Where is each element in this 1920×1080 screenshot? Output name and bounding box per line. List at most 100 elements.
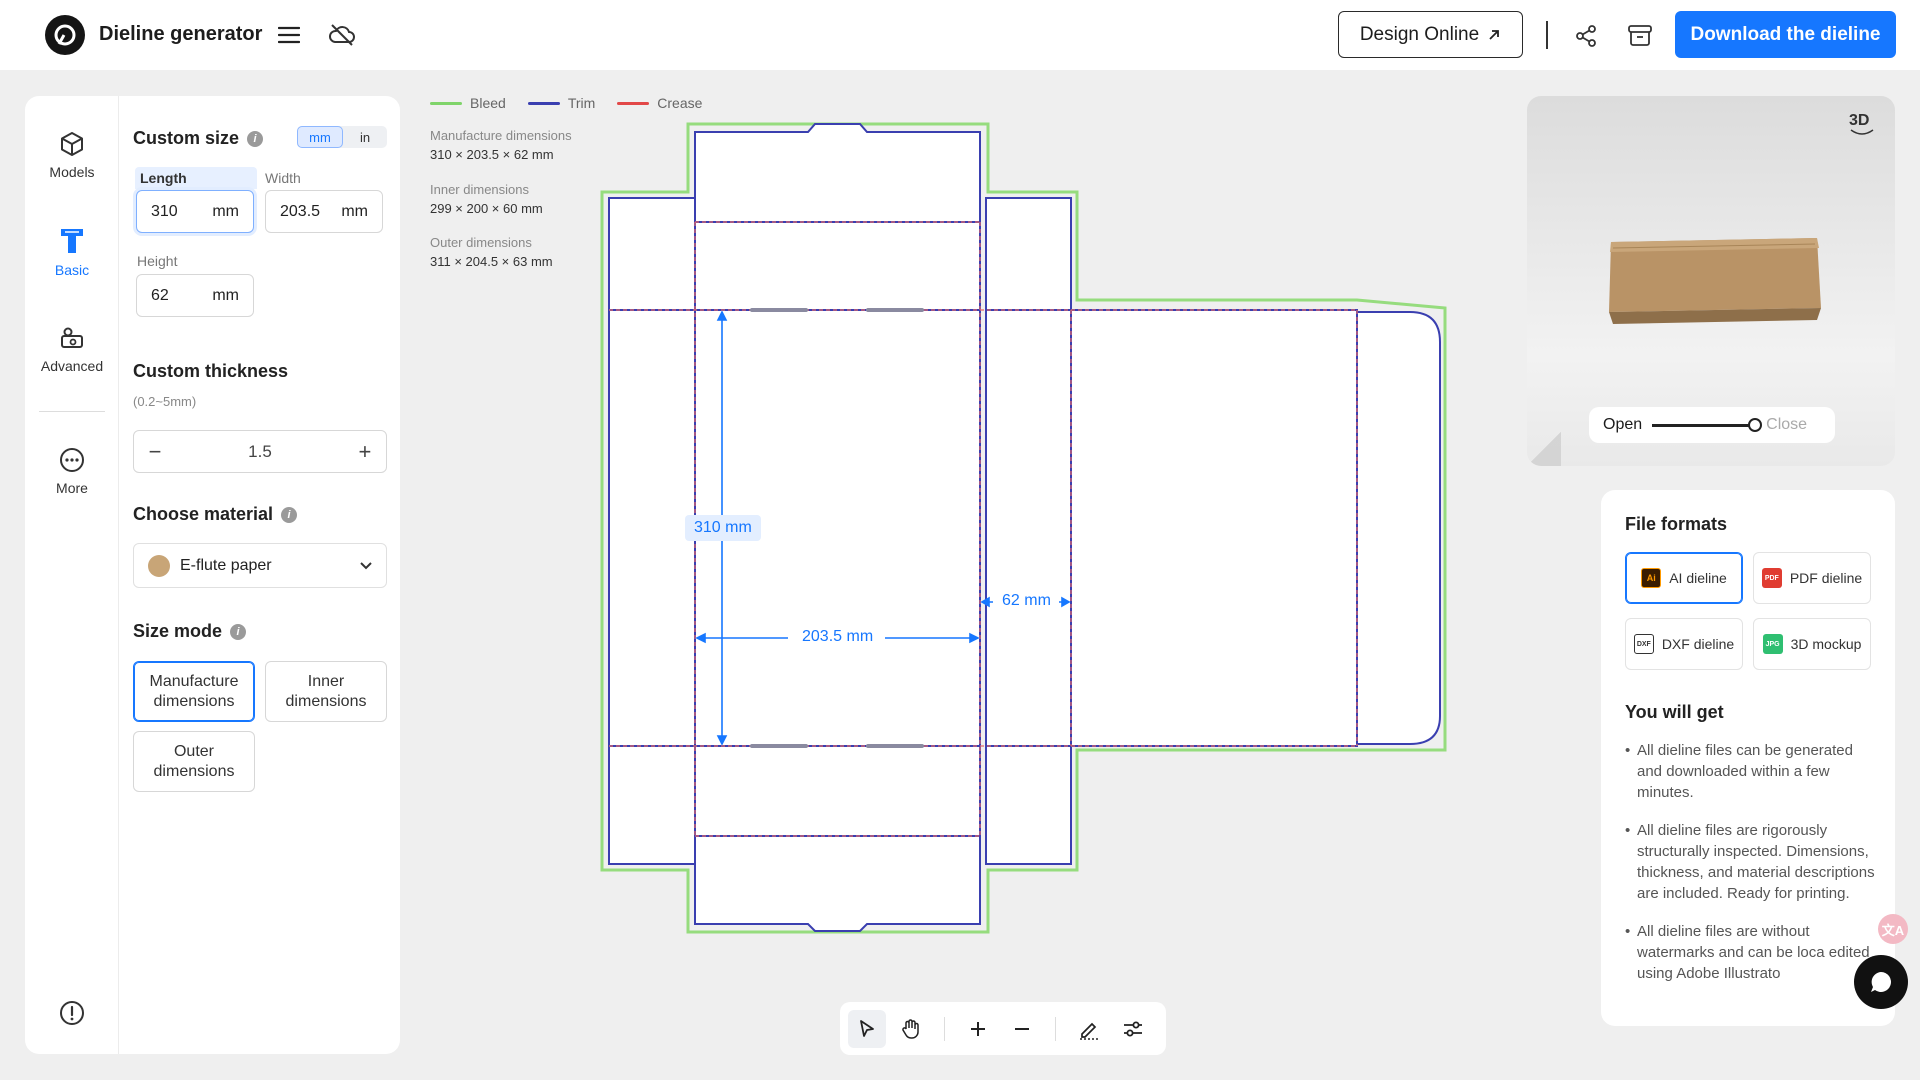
zoom-in-icon[interactable]: [959, 1010, 997, 1048]
length-input[interactable]: 310 mm: [136, 190, 254, 233]
length-value: 310: [151, 202, 178, 220]
nav-item-basic[interactable]: Basic: [25, 226, 119, 278]
thickness-stepper: − 1.5 +: [133, 430, 387, 473]
3d-preview[interactable]: 3D Open Close: [1527, 96, 1895, 466]
format-dxf-button[interactable]: DXF DXF dieline: [1625, 618, 1743, 670]
legend-trim: Trim: [527, 95, 596, 111]
width-unit: mm: [341, 202, 368, 220]
translate-icon[interactable]: 文A: [1878, 914, 1908, 944]
right-side-top-flap: [985, 197, 1072, 311]
left-side-bottom-flap: [608, 745, 696, 865]
format-3d-mockup-label: 3D mockup: [1790, 636, 1862, 652]
format-pdf-button[interactable]: PDF PDF dieline: [1753, 552, 1871, 604]
size-mode-label: Size mode: [133, 621, 223, 641]
material-select[interactable]: E-flute paper: [133, 543, 387, 588]
pen-edit-icon[interactable]: [1070, 1010, 1108, 1048]
outer-dims-value: 311 × 204.5 × 63 mm: [430, 254, 553, 270]
zoom-out-icon[interactable]: [1003, 1010, 1041, 1048]
basic-t-icon: [61, 229, 83, 253]
benefit-item: All dieline files are without watermarks…: [1625, 921, 1880, 984]
file-formats-panel: File formats Ai AI dieline PDF PDF dieli…: [1601, 490, 1895, 1026]
inner-dims-value: 299 × 200 × 60 mm: [430, 200, 543, 216]
open-close-slider[interactable]: Open Close: [1589, 407, 1835, 443]
format-ai-label: AI dieline: [1669, 570, 1727, 586]
info-icon[interactable]: i: [281, 506, 298, 523]
format-pdf-label: PDF dieline: [1789, 570, 1863, 586]
bottom-panel: [694, 745, 981, 837]
3d-badge-icon[interactable]: 3D: [1849, 112, 1875, 136]
slider-knob[interactable]: [1748, 417, 1763, 432]
legend-bleed-label: Bleed: [470, 95, 506, 111]
left-side-top-flap: [608, 197, 696, 311]
logo-icon: [54, 24, 76, 46]
mode-manufacture-button[interactable]: Manufacture dimensions: [133, 661, 255, 722]
bottom-tuck-flap: [694, 835, 981, 932]
nav-divider: [39, 411, 105, 412]
back-panel: [1070, 309, 1358, 747]
width-value: 203.5: [280, 202, 321, 220]
format-ai-button[interactable]: Ai AI dieline: [1625, 552, 1743, 604]
outer-dims-label: Outer dimensions: [430, 235, 532, 251]
thickness-range: (0.2~5mm): [133, 394, 197, 409]
select-tool-icon[interactable]: [848, 1009, 886, 1048]
hand-tool-icon[interactable]: [892, 1010, 930, 1048]
legend-trim-label: Trim: [567, 95, 596, 111]
design-online-label: Design Online: [1359, 23, 1480, 45]
app-logo[interactable]: [45, 15, 85, 55]
height-input[interactable]: 62 mm: [136, 274, 254, 317]
material-swatch: [148, 554, 170, 577]
height-label: Height: [137, 253, 178, 269]
help-icon[interactable]: [59, 1000, 85, 1031]
length-label: Length: [135, 167, 257, 189]
cube-icon: [61, 132, 83, 156]
unit-mm-option[interactable]: mm: [297, 126, 343, 148]
nav-item-advanced[interactable]: Advanced: [25, 324, 119, 374]
height-dimension-label: 62 mm: [1002, 592, 1051, 609]
benefits-list: All dieline files can be generated and d…: [1625, 740, 1880, 1001]
dieline-legend: Bleed Trim Crease: [430, 95, 702, 111]
custom-size-title: Custom size i: [133, 128, 264, 149]
slider-track[interactable]: [1652, 417, 1763, 432]
toolbar-divider: [1055, 1016, 1056, 1041]
mode-outer-button[interactable]: Outer dimensions: [133, 731, 255, 792]
arrowhead: [980, 596, 990, 608]
width-input[interactable]: 203.5 mm: [265, 190, 383, 233]
toolbar-divider: [944, 1016, 945, 1041]
length-dimension-label: 310 mm: [685, 515, 761, 541]
custom-size-label: Custom size: [133, 128, 240, 148]
format-3d-mockup-button[interactable]: JPG 3D mockup: [1753, 618, 1871, 670]
design-online-button[interactable]: Design Online: [1338, 11, 1523, 58]
external-arrow-icon: [1489, 29, 1500, 40]
material-title: Choose material i: [133, 504, 298, 525]
legend-bleed-swatch: [430, 101, 462, 105]
nav-item-more[interactable]: More: [25, 446, 119, 496]
advanced-icon: [61, 327, 83, 348]
download-dieline-button[interactable]: Download the dieline: [1675, 11, 1896, 58]
nav-label-advanced: Advanced: [40, 358, 104, 374]
app-title: Dieline generator: [99, 23, 263, 45]
close-label: Close: [1766, 416, 1808, 433]
manufacture-dims-label: Manufacture dimensions: [430, 128, 572, 143]
unit-in-option[interactable]: in: [343, 126, 387, 148]
info-icon[interactable]: i: [230, 623, 247, 640]
unit-toggle: mm in: [297, 126, 387, 148]
chat-support-button[interactable]: [1854, 955, 1908, 1009]
decrement-button[interactable]: −: [134, 439, 176, 465]
menu-icon[interactable]: [276, 22, 302, 48]
thickness-title: Custom thickness: [133, 361, 288, 382]
left-side-panel: [608, 309, 696, 747]
adjust-sliders-icon[interactable]: [1114, 1010, 1152, 1048]
settings-panel: Models Basic Advanced More Custom size i…: [25, 96, 400, 1054]
info-icon[interactable]: i: [247, 130, 264, 147]
mode-inner-button[interactable]: Inner dimensions: [265, 661, 387, 722]
nav-item-models[interactable]: Models: [25, 130, 119, 180]
share-icon[interactable]: [1572, 22, 1600, 50]
legend-bleed: Bleed: [430, 95, 506, 111]
material-label: Choose material: [133, 504, 274, 524]
increment-button[interactable]: +: [344, 439, 386, 465]
cloud-off-icon[interactable]: [327, 20, 357, 50]
archive-box-icon[interactable]: [1625, 21, 1655, 49]
dimensions-info: Manufacture dimensions 310 × 203.5 × 62 …: [430, 127, 572, 288]
you-will-get-title: You will get: [1625, 702, 1724, 722]
thickness-value[interactable]: 1.5: [248, 442, 272, 462]
